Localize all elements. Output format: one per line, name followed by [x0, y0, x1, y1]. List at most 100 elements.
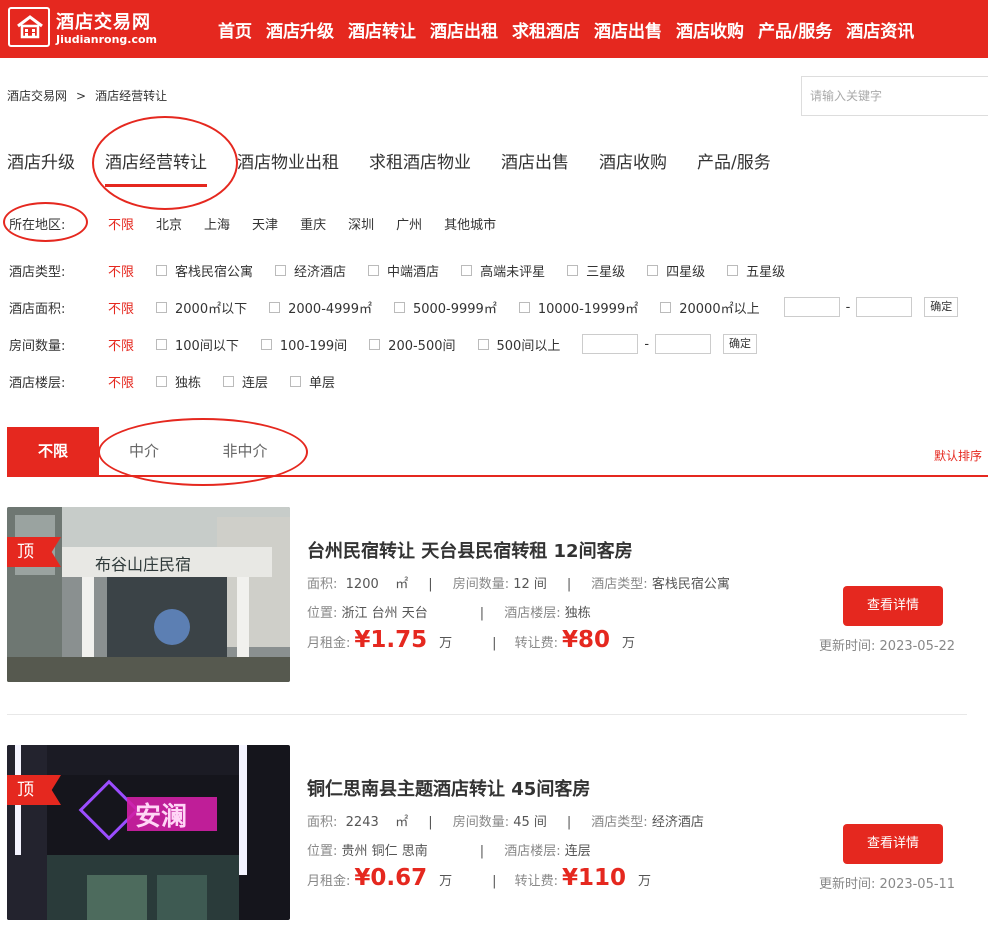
filter-floors-single[interactable]: 单层 [290, 372, 335, 391]
filter-floors-standalone[interactable]: 独栋 [156, 372, 201, 391]
nav-products-services[interactable]: 产品/服务 [758, 17, 832, 42]
filter-area-3[interactable]: 5000-9999㎡ [393, 298, 497, 317]
separator: | [492, 636, 497, 651]
filter-type-3star[interactable]: 三星级 [567, 261, 625, 280]
filter-area-2[interactable]: 2000-4999㎡ [269, 298, 372, 317]
filter-region-beijing[interactable]: 北京 [156, 214, 182, 233]
listing-fee: ¥80 [561, 627, 610, 653]
tab-wanted-property[interactable]: 求租酒店物业 [369, 148, 471, 173]
checkbox-icon[interactable] [660, 301, 672, 313]
filter-area-4[interactable]: 10000-19999㎡ [518, 298, 638, 317]
logo-domain: Jiudianrong.com [56, 33, 157, 46]
checkbox-icon[interactable] [647, 264, 659, 276]
checkbox-icon[interactable] [269, 301, 281, 313]
search-input[interactable] [801, 76, 988, 116]
filter-area-row: 酒店面积: 不限 2000㎡以下 2000-4999㎡ 5000-9999㎡ 1… [9, 297, 959, 317]
nav-hotel-upgrade[interactable]: 酒店升级 [266, 17, 334, 42]
tab-operation-transfer[interactable]: 酒店经营转让 [105, 148, 207, 187]
nav-home[interactable]: 首页 [218, 17, 252, 42]
nav-hotel-news[interactable]: 酒店资讯 [846, 17, 914, 42]
filter-region-shenzhen[interactable]: 深圳 [348, 214, 374, 233]
nav-hotel-rent[interactable]: 酒店出租 [430, 17, 498, 42]
nav-hotel-transfer[interactable]: 酒店转让 [348, 17, 416, 42]
nav-hotel-acquisition[interactable]: 酒店收购 [676, 17, 744, 42]
filter-type-4star[interactable]: 四星级 [647, 261, 705, 280]
area-max-input[interactable] [856, 297, 913, 317]
filter-rooms-any[interactable]: 不限 [108, 335, 134, 354]
checkbox-icon[interactable] [290, 375, 302, 387]
filter-rooms-1[interactable]: 100间以下 [156, 335, 239, 354]
listing-photo[interactable]: 布谷山庄民宿 顶 [7, 507, 290, 682]
listing-area: 1200 [345, 577, 379, 592]
filter-region-any[interactable]: 不限 [108, 214, 134, 233]
area-confirm-button[interactable]: 确定 [924, 297, 959, 317]
tab-hotel-sale[interactable]: 酒店出售 [501, 148, 569, 173]
filter-rooms-4[interactable]: 500间以上 [477, 335, 560, 354]
listing-updated: 更新时间: 2023-05-22 [819, 639, 956, 654]
filter-region-shanghai[interactable]: 上海 [204, 214, 230, 233]
filter-rooms-3[interactable]: 200-500间 [369, 335, 456, 354]
sign-text: 布谷山庄民宿 [95, 555, 191, 574]
listing-title[interactable]: 铜仁思南县主题酒店转让 45间客房 [307, 775, 590, 801]
filter-floors-any[interactable]: 不限 [108, 372, 134, 391]
checkbox-icon[interactable] [727, 264, 739, 276]
filter-type-guesthouse[interactable]: 客栈民宿公寓 [156, 261, 253, 280]
filter-type-upscale[interactable]: 高端未评星 [461, 261, 545, 280]
breadcrumb-home[interactable]: 酒店交易网 [7, 89, 67, 103]
filter-region-tianjin[interactable]: 天津 [252, 214, 278, 233]
tab-non-agency[interactable]: 非中介 [213, 427, 277, 475]
checkbox-icon[interactable] [461, 264, 473, 276]
listing-rooms: 12 间 [513, 577, 547, 592]
listing-fee: ¥110 [561, 865, 626, 891]
rooms-max-input[interactable] [655, 334, 712, 354]
checkbox-icon[interactable] [393, 301, 405, 313]
checkbox-icon[interactable] [156, 338, 168, 350]
filter-rooms-2[interactable]: 100-199间 [260, 335, 347, 354]
tab-products-services[interactable]: 产品/服务 [697, 148, 771, 173]
filter-floors-multi[interactable]: 连层 [223, 372, 268, 391]
category-tabs: 酒店升级 酒店经营转让 酒店物业出租 求租酒店物业 酒店出售 酒店收购 产品/服… [7, 148, 801, 187]
checkbox-icon[interactable] [275, 264, 287, 276]
checkbox-icon[interactable] [156, 264, 168, 276]
sort-default[interactable]: 默认排序 [934, 447, 982, 464]
site-logo[interactable]: 酒店交易网 Jiudianrong.com [8, 7, 158, 51]
agent-type-tabs: 不限 中介 非中介 默认排序 [7, 427, 988, 477]
separator: | [479, 844, 485, 859]
checkbox-icon[interactable] [156, 375, 168, 387]
filter-area-any[interactable]: 不限 [108, 298, 134, 317]
rooms-confirm-button[interactable]: 确定 [723, 334, 758, 354]
filter-floors-label: 酒店楼层: [9, 375, 66, 391]
checkbox-icon[interactable] [223, 375, 235, 387]
view-details-button[interactable]: 查看详情 [843, 586, 943, 626]
filter-type-label: 酒店类型: [9, 264, 66, 280]
filter-area-5[interactable]: 20000㎡以上 [660, 298, 760, 317]
view-details-button[interactable]: 查看详情 [843, 824, 943, 864]
nav-wanted-hotel[interactable]: 求租酒店 [512, 17, 580, 42]
filter-region-chongqing[interactable]: 重庆 [300, 214, 326, 233]
nav-hotel-sale[interactable]: 酒店出售 [594, 17, 662, 42]
filter-type-economy[interactable]: 经济酒店 [275, 261, 346, 280]
area-min-input[interactable] [783, 297, 840, 317]
checkbox-icon[interactable] [477, 338, 489, 350]
checkbox-icon[interactable] [518, 301, 530, 313]
tab-hotel-acquisition[interactable]: 酒店收购 [599, 148, 667, 173]
filter-type-5star[interactable]: 五星级 [727, 261, 785, 280]
checkbox-icon[interactable] [567, 264, 579, 276]
checkbox-icon[interactable] [368, 264, 380, 276]
checkbox-icon[interactable] [260, 338, 272, 350]
filter-region-other[interactable]: 其他城市 [444, 214, 496, 233]
listing-photo[interactable]: 安澜 顶 [7, 745, 290, 920]
rooms-min-input[interactable] [582, 334, 639, 354]
checkbox-icon[interactable] [369, 338, 381, 350]
tab-property-rent[interactable]: 酒店物业出租 [237, 148, 339, 173]
checkbox-icon[interactable] [156, 301, 168, 313]
listing-title[interactable]: 台州民宿转让 天台县民宿转租 12间客房 [307, 537, 633, 563]
filter-type-midrange[interactable]: 中端酒店 [368, 261, 439, 280]
filter-area-1[interactable]: 2000㎡以下 [156, 298, 247, 317]
tab-hotel-upgrade[interactable]: 酒店升级 [7, 148, 75, 173]
tab-any-agent[interactable]: 不限 [7, 427, 99, 475]
filter-type-any[interactable]: 不限 [108, 261, 134, 280]
filter-region-guangzhou[interactable]: 广州 [396, 214, 422, 233]
tab-agency[interactable]: 中介 [121, 427, 167, 475]
listing-card: 布谷山庄民宿 顶 台州民宿转让 天台县民宿转租 12间客房 面积: 1200 ㎡… [7, 507, 982, 687]
